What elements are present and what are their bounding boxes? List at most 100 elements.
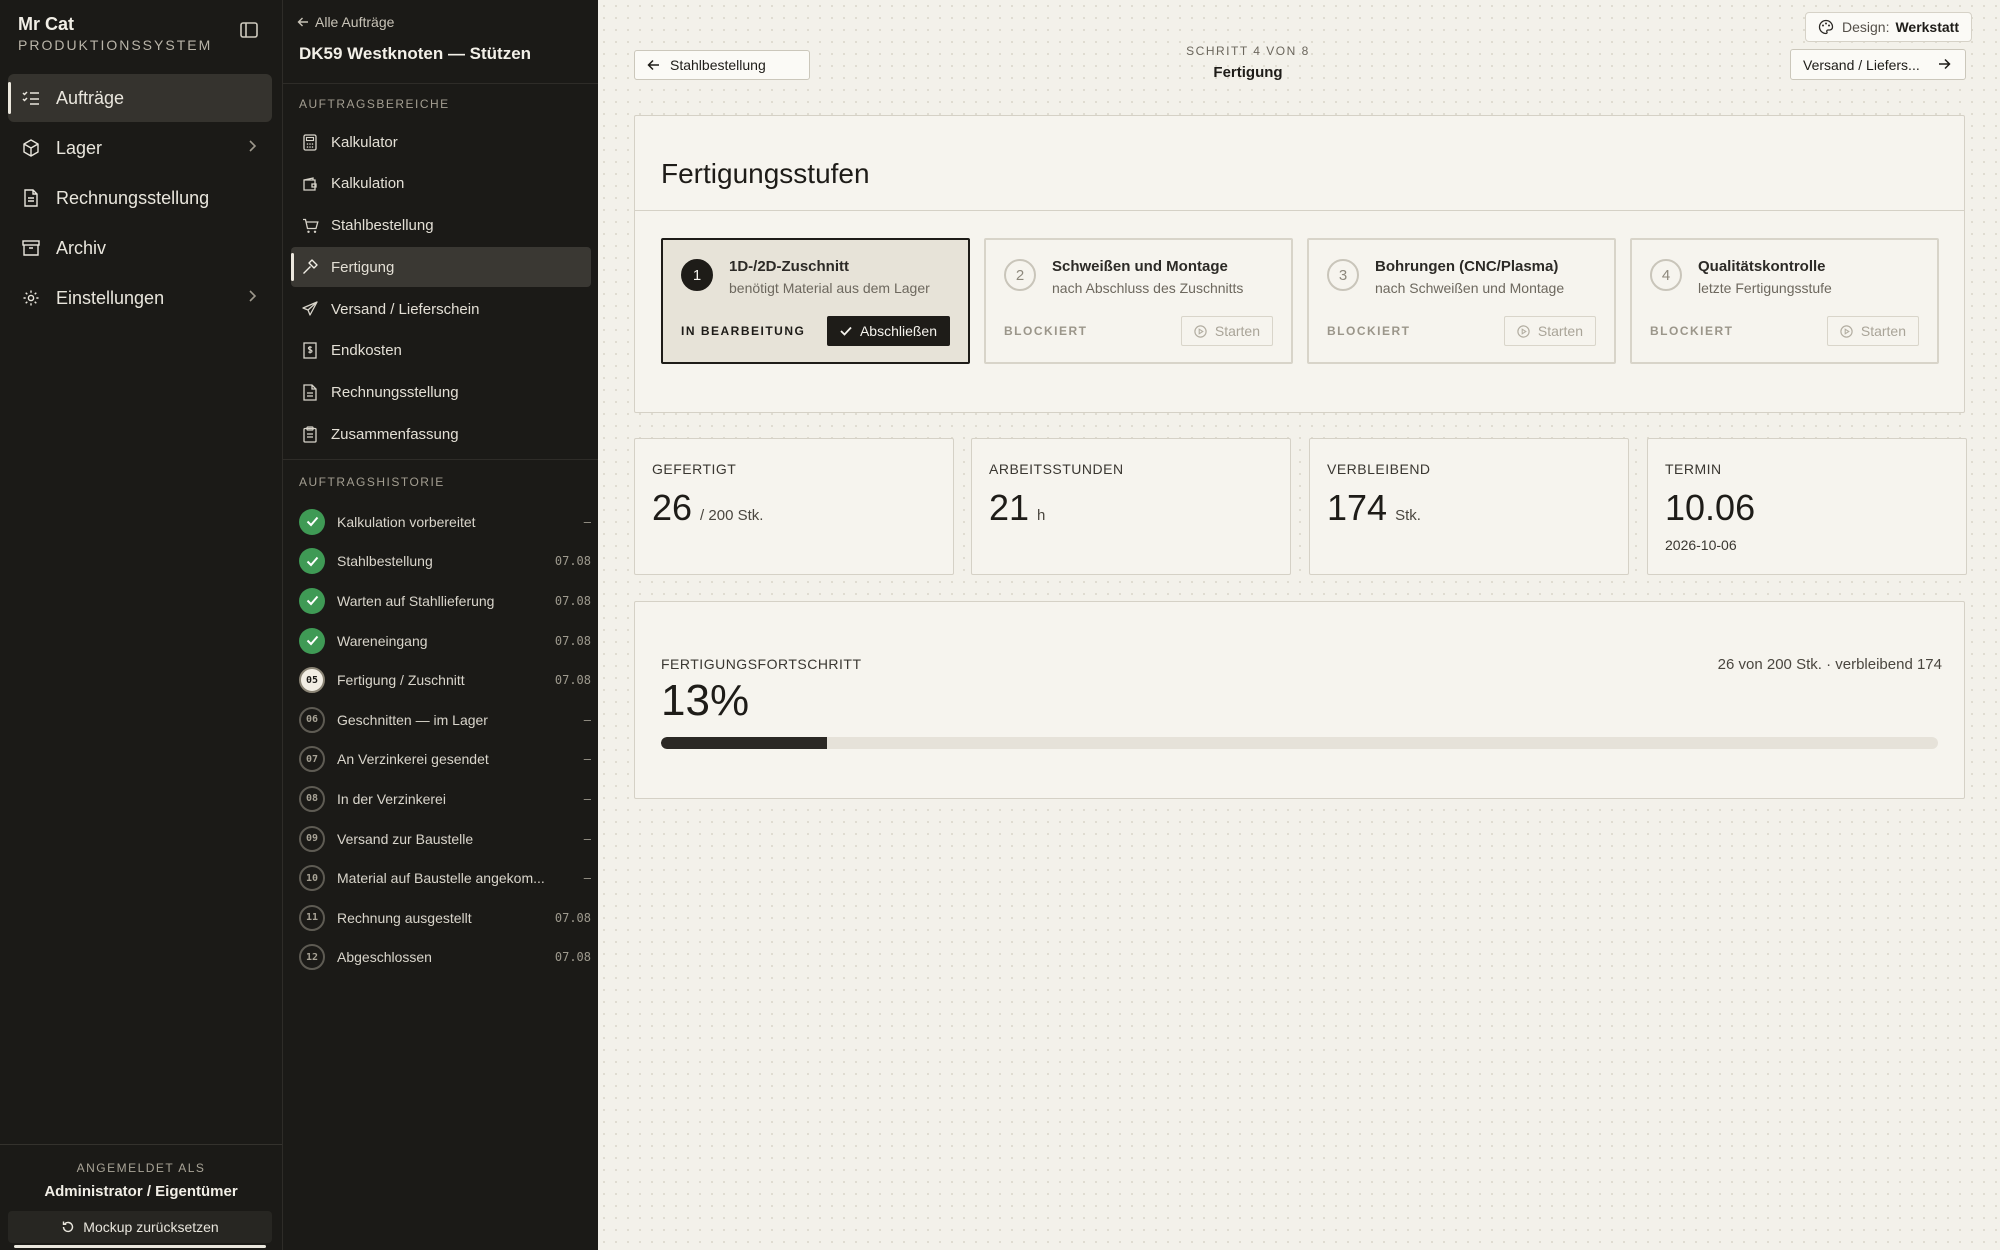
sidebar-toggle-icon bbox=[240, 22, 258, 38]
order-title: DK59 Westknoten — Stützen bbox=[299, 44, 532, 63]
area-item-fertigung[interactable]: Fertigung bbox=[291, 247, 591, 288]
order-history-list: Kalkulation vorbereitet — Stahlbestellung 0… bbox=[299, 502, 591, 977]
login-user: Administrator / Eigentümer bbox=[44, 1183, 238, 1200]
login-label: ANGEMELDET ALS bbox=[76, 1161, 206, 1175]
area-item-zusammenfassung[interactable]: Zusammenfassung bbox=[291, 415, 591, 455]
stat-termin-card: TERMIN 10.06 2026-10-06 bbox=[1647, 438, 1967, 575]
history-step-badge: 12 bbox=[299, 944, 325, 971]
arrow-left-icon bbox=[647, 59, 660, 71]
history-item-label: An Verzinkerei gesendet bbox=[337, 751, 489, 768]
area-item-label: Rechnungsstellung bbox=[331, 384, 459, 402]
next-step-label: Versand / Liefers... bbox=[1803, 56, 1920, 73]
step-indicator: SCHRITT 4 VON 8 Fertigung bbox=[1098, 44, 1398, 81]
play-circle-icon bbox=[1194, 324, 1207, 338]
nav-item-label: Rechnungsstellung bbox=[56, 187, 210, 208]
area-item-versand[interactable]: Versand / Lieferschein bbox=[291, 289, 591, 329]
stat-unit: Stk. bbox=[1395, 507, 1421, 524]
stat-gefertigt-card: GEFERTIGT 26 / 200 Stk. bbox=[634, 438, 954, 575]
history-item-date: 07.08 bbox=[554, 950, 591, 965]
history-item-label: Stahlbestellung bbox=[337, 553, 433, 570]
history-item-date: 07.08 bbox=[554, 554, 591, 569]
area-item-kalkulation[interactable]: Kalkulation bbox=[291, 164, 591, 204]
divider bbox=[283, 459, 599, 460]
back-to-orders-link[interactable]: Alle Aufträge bbox=[297, 14, 394, 30]
nav-item-lager[interactable]: Lager bbox=[8, 124, 272, 172]
divider bbox=[635, 210, 1964, 211]
brand: Mr Cat PRODUKTIONSSYSTEM bbox=[18, 14, 212, 53]
stage-status: BLOCKIERT bbox=[1004, 324, 1088, 338]
history-item: Wareneingang 07.08 bbox=[299, 621, 591, 661]
nav-item-archiv[interactable]: Archiv bbox=[8, 224, 272, 272]
stat-arbeitsstunden-card: ARBEITSSTUNDEN 21 h bbox=[971, 438, 1291, 575]
start-stage-button: Starten bbox=[1826, 316, 1919, 346]
check-icon bbox=[840, 326, 852, 336]
start-stage-button: Starten bbox=[1503, 316, 1596, 346]
area-item-label: Kalkulator bbox=[331, 133, 398, 151]
palette-icon bbox=[1818, 19, 1834, 35]
area-item-label: Fertigung bbox=[331, 258, 395, 276]
cart-icon bbox=[301, 217, 319, 235]
progress-value: 13% bbox=[661, 676, 750, 725]
previous-step-button[interactable]: Stahlbestellung bbox=[634, 50, 810, 80]
history-item: 09 Versand zur Baustelle — bbox=[299, 819, 591, 859]
stage-subtitle: nach Abschluss des Zuschnitts bbox=[1052, 280, 1244, 296]
nav-item-einstellungen[interactable]: Einstellungen bbox=[8, 274, 272, 322]
history-item: 10 Material auf Baustelle angekom... — bbox=[299, 858, 591, 898]
area-item-label: Endkosten bbox=[331, 342, 402, 360]
history-item-label: Rechnung ausgestellt bbox=[337, 909, 472, 926]
history-section-label: AUFTRAGSHISTORIE bbox=[299, 475, 445, 489]
history-item: Kalkulation vorbereitet — bbox=[299, 502, 591, 542]
stage-subtitle: benötigt Material aus dem Lager bbox=[729, 280, 930, 296]
production-stages-title: Fertigungsstufen bbox=[661, 158, 870, 189]
reset-mockup-button[interactable]: Mockup zurücksetzen bbox=[8, 1211, 272, 1248]
next-step-button[interactable]: Versand / Liefers... bbox=[1790, 49, 1966, 80]
stage-card: 1 1D-/2D-Zuschnitt benötigt Material aus d… bbox=[661, 238, 970, 364]
history-item-date: 07.08 bbox=[554, 593, 591, 608]
nav-item-rechnungsstellung[interactable]: Rechnungsstellung bbox=[8, 174, 272, 222]
nav-item-label: Einstellungen bbox=[56, 287, 165, 308]
history-item: 11 Rechnung ausgestellt 07.08 bbox=[299, 898, 591, 938]
archive-icon bbox=[20, 237, 42, 259]
stat-verbleibend-card: VERBLEIBEND 174 Stk. bbox=[1309, 438, 1629, 575]
list-check-icon bbox=[20, 87, 42, 109]
complete-stage-button[interactable]: Abschließen bbox=[826, 316, 950, 346]
history-step-badge: 08 bbox=[299, 785, 325, 812]
area-item-rechnungsstellung[interactable]: Rechnungsstellung bbox=[291, 373, 591, 413]
area-item-endkosten[interactable]: Endkosten bbox=[291, 331, 591, 371]
history-item-label: Abgeschlossen bbox=[337, 949, 432, 966]
clipboard-icon bbox=[301, 426, 319, 444]
history-item-label: Material auf Baustelle angekom... bbox=[337, 870, 545, 887]
history-item: Warten auf Stahllieferung 07.08 bbox=[299, 581, 591, 621]
hammer-icon bbox=[301, 258, 319, 276]
stat-label: TERMIN bbox=[1665, 461, 1722, 477]
stage-subtitle: letzte Fertigungsstufe bbox=[1698, 280, 1832, 296]
login-info: ANGEMELDET ALS Administrator / Eigentüme… bbox=[0, 1144, 282, 1250]
check-icon bbox=[299, 548, 325, 575]
history-item: 05 Fertigung / Zuschnitt 07.08 bbox=[299, 660, 591, 700]
stat-unit: h bbox=[1037, 507, 1046, 524]
send-icon bbox=[301, 300, 319, 318]
main-sidebar: Mr Cat PRODUKTIONSSYSTEM Aufträge Lager … bbox=[0, 0, 282, 1250]
nav-item-auftraege[interactable]: Aufträge bbox=[8, 74, 272, 122]
area-item-kalkulator[interactable]: Kalkulator bbox=[291, 122, 591, 162]
receipt-icon bbox=[301, 342, 319, 360]
document-icon bbox=[20, 187, 42, 209]
play-circle-icon bbox=[1517, 324, 1530, 338]
history-item-label: Wareneingang bbox=[337, 632, 428, 649]
progress-detail: 26 von 200 Stk. · verbleibend 174 bbox=[1717, 656, 1942, 673]
design-switch-button[interactable]: Design: Werkstatt bbox=[1804, 12, 1972, 42]
sidebar-toggle-button[interactable] bbox=[240, 22, 262, 42]
stage-card: 2 Schweißen und Montage nach Abschluss des… bbox=[984, 238, 1293, 364]
gear-icon bbox=[20, 287, 42, 309]
area-item-stahlbestellung[interactable]: Stahlbestellung bbox=[291, 206, 591, 246]
stage-subtitle: nach Schweißen und Montage bbox=[1375, 280, 1565, 296]
step-count: SCHRITT 4 VON 8 bbox=[1186, 44, 1310, 58]
stat-date: 2026-10-06 bbox=[1665, 537, 1737, 553]
nav-item-label: Aufträge bbox=[56, 87, 125, 108]
stage-action-label: Starten bbox=[1537, 323, 1583, 339]
history-item: 08 In der Verzinkerei — bbox=[299, 779, 591, 819]
main-content: Design: Werkstatt Stahlbestellung SCHRIT… bbox=[598, 0, 2000, 1250]
stage-action-label: Starten bbox=[1214, 323, 1260, 339]
arrow-left-icon bbox=[297, 16, 309, 28]
wallet-icon bbox=[301, 175, 319, 193]
